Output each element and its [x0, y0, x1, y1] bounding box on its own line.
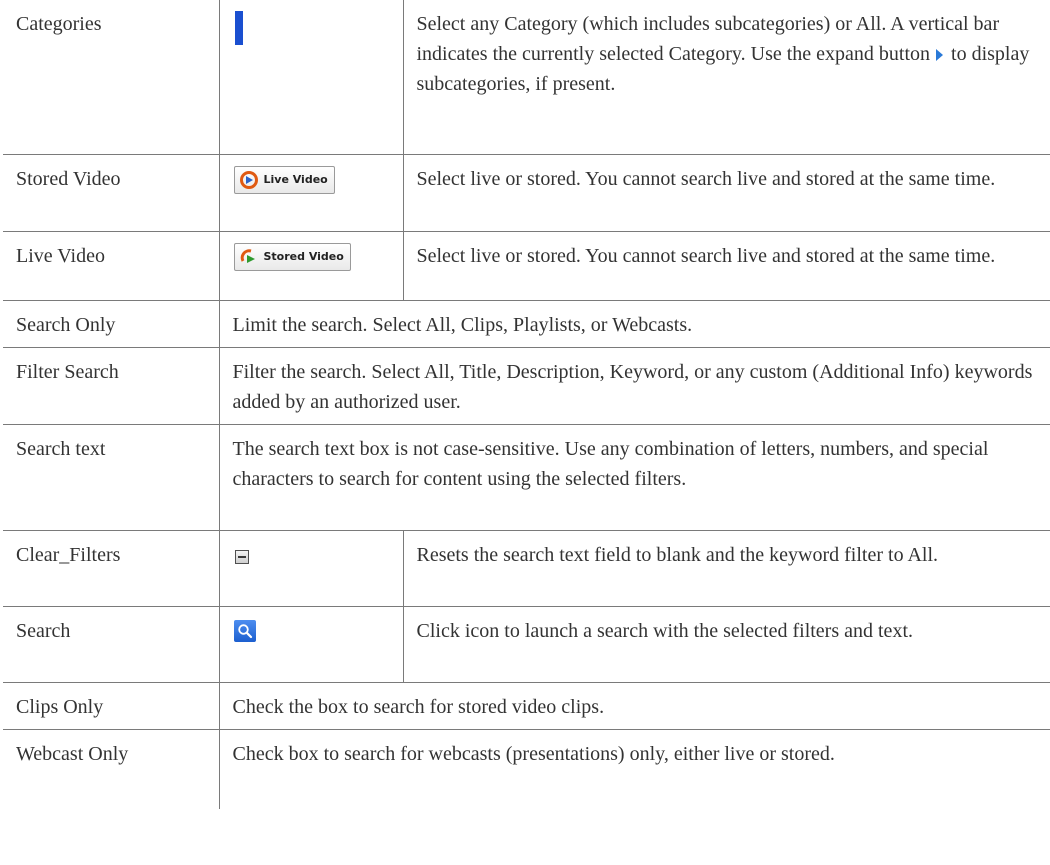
- row-description: Limit the search. Select All, Clips, Pla…: [218, 299, 1050, 348]
- icon-cell: [218, 0, 404, 155]
- row-label: Live Video: [3, 230, 220, 301]
- icon-cell: Live Video: [218, 153, 404, 232]
- table-row: Filter Search Filter the search. Select …: [3, 346, 1050, 425]
- table-row: Live Video Stored Video Select live or s…: [3, 230, 1050, 301]
- row-description: Filter the search. Select All, Title, De…: [218, 346, 1050, 425]
- feature-reference-table: Categories Select any Category (which in…: [3, 0, 1050, 809]
- table-row: Stored Video Live Video Select live or s…: [3, 153, 1050, 232]
- icon-cell: Stored Video: [218, 230, 404, 301]
- magnifier-glyph: [237, 623, 252, 638]
- row-label: Categories: [3, 0, 220, 155]
- description-text: Select any Category (which includes subc…: [416, 13, 1000, 65]
- table-row: Clear_Filters Resets the search text fie…: [3, 529, 1050, 607]
- row-label: Search Only: [3, 299, 220, 348]
- row-label: Search: [3, 605, 220, 683]
- clear-filters-icon[interactable]: [234, 549, 249, 564]
- table-row: Webcast Only Check box to search for web…: [3, 728, 1050, 809]
- row-description: Click icon to launch a search with the s…: [402, 605, 1050, 683]
- table-row: Search Click icon to launch a search wit…: [3, 605, 1050, 683]
- live-video-icon: [239, 170, 258, 189]
- row-label: Filter Search: [3, 346, 220, 425]
- row-description: Select any Category (which includes subc…: [402, 0, 1050, 155]
- table-row: Search text The search text box is not c…: [3, 423, 1050, 531]
- table-row: Categories Select any Category (which in…: [3, 0, 1050, 155]
- vertical-bar-icon: [234, 11, 243, 45]
- row-label: Webcast Only: [3, 728, 220, 809]
- icon-cell: [218, 605, 404, 683]
- live-video-button-label: Live Video: [263, 172, 328, 186]
- row-description: The search text box is not case-sensitiv…: [218, 423, 1050, 531]
- row-label: Stored Video: [3, 153, 220, 232]
- row-label: Search text: [3, 423, 220, 531]
- stored-video-button-label: Stored Video: [263, 249, 344, 263]
- row-description: Check box to search for webcasts (presen…: [218, 728, 1050, 809]
- table-row: Search Only Limit the search. Select All…: [3, 299, 1050, 348]
- stored-video-button[interactable]: Stored Video: [233, 242, 351, 271]
- row-description: Select live or stored. You cannot search…: [402, 153, 1050, 232]
- table-row: Clips Only Check the box to search for s…: [3, 681, 1050, 730]
- row-description: Resets the search text field to blank an…: [402, 529, 1050, 607]
- live-video-button[interactable]: Live Video: [233, 165, 335, 194]
- row-label: Clips Only: [3, 681, 220, 730]
- row-description: Check the box to search for stored video…: [218, 681, 1050, 730]
- row-label: Clear_Filters: [3, 529, 220, 607]
- stored-video-icon: [240, 248, 255, 263]
- expand-arrow-icon: [936, 49, 944, 61]
- search-icon[interactable]: [233, 619, 256, 642]
- row-description: Select live or stored. You cannot search…: [402, 230, 1050, 301]
- icon-cell: [218, 529, 404, 607]
